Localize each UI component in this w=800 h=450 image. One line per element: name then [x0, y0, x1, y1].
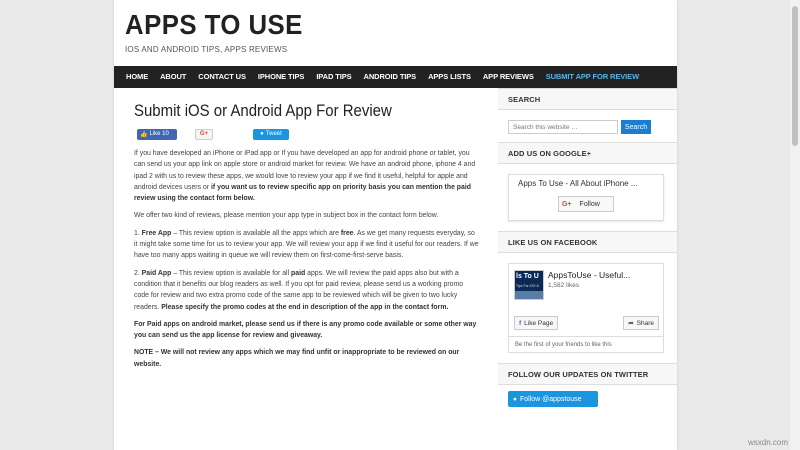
facebook-page-plugin: ls To U Tips For iOS & AppsToUse - Usefu…	[508, 263, 664, 353]
facebook-widget-body: ls To U Tips For iOS & AppsToUse - Usefu…	[498, 253, 677, 363]
nav-item-app-reviews[interactable]: APP REVIEWS	[477, 66, 540, 88]
search-widget-heading: SEARCH	[498, 88, 677, 110]
twitter-follow-button[interactable]: ● Follow @appstouse	[508, 391, 598, 407]
search-widget: SEARCH Search	[498, 88, 677, 142]
note-text: NOTE – We will not review any apps which…	[134, 349, 460, 368]
gplus-follow-button[interactable]: G+ Follow	[558, 196, 614, 212]
search-form: Search	[508, 120, 667, 134]
paid-app-number: 2.	[134, 269, 142, 277]
fb-page-thumbnail[interactable]: ls To U Tips For iOS &	[514, 270, 544, 300]
fb-like-page-label: Like Page	[524, 319, 554, 327]
gplus-follow-label: Follow	[579, 200, 600, 208]
twitter-bird-icon: ●	[513, 395, 517, 403]
gplus-icon: G+	[562, 200, 572, 208]
fb-thumb-banner	[515, 291, 543, 299]
twitter-widget-heading: FOLLOW OUR UPDATES ON TWITTER	[498, 363, 677, 385]
twitter-widget: FOLLOW OUR UPDATES ON TWITTER ● Follow @…	[498, 363, 677, 415]
page-container: APPS TO USE IOS AND ANDROID TIPS, APPS R…	[114, 0, 677, 450]
site-header: APPS TO USE IOS AND ANDROID TIPS, APPS R…	[114, 0, 677, 66]
free-app-label: Free App	[141, 229, 172, 237]
share-arrow-icon: ➦	[628, 320, 634, 327]
gplus-share-button[interactable]: G+	[195, 128, 213, 140]
nav-item-contact-us[interactable]: CONTACT US	[192, 66, 252, 88]
nav-item-apps-lists[interactable]: APPS LISTS	[422, 66, 477, 88]
fb-share-label: Share	[636, 319, 654, 327]
gplus-widget: ADD US ON GOOGLE+ Apps To Use - All Abou…	[498, 142, 677, 231]
facebook-widget: LIKE US ON FACEBOOK ls To U Tips For iOS…	[498, 231, 677, 363]
watermark-text: wsxdn.com	[747, 438, 788, 447]
fb-like-page-button[interactable]: f Like Page	[514, 316, 559, 330]
post-title: Submit iOS or Android App For Review	[134, 101, 392, 120]
paid-word: paid	[291, 269, 306, 277]
nav-item-iphone-tips[interactable]: IPHONE TIPS	[252, 66, 310, 88]
nav-item-ipad-tips[interactable]: IPAD TIPS	[310, 66, 357, 88]
search-button[interactable]: Search	[621, 120, 651, 134]
facebook-like-button[interactable]: 👍 Like 10	[137, 128, 177, 140]
android-paid-paragraph: For Paid apps on android market, please …	[134, 319, 479, 342]
fb-friends-note: Be the first of your friends to like thi…	[509, 336, 663, 353]
twitter-follow-label: Follow @appstouse	[519, 395, 582, 403]
search-input[interactable]	[508, 120, 618, 134]
fb-thumb-line1: ls To U	[516, 273, 539, 280]
gplus-widget-body: Apps To Use - All About iPhone ... G+ Fo…	[498, 164, 677, 231]
intro-paragraph: If you have developed an iPhone or iPad …	[134, 148, 479, 204]
nav-item-home[interactable]: HOME	[120, 66, 154, 88]
paid-app-bold-text: Please specify the promo codes at the en…	[161, 303, 449, 311]
thumbs-up-icon: 👍	[140, 131, 148, 138]
page-scrollbar[interactable]	[790, 0, 800, 450]
fb-thumb-line2: Tips For iOS &	[516, 284, 539, 288]
tweet-button[interactable]: ● Tweet	[253, 128, 289, 140]
social-share-row: 👍 Like 10 G+ ● Tweet	[137, 127, 479, 141]
gplus-widget-heading: ADD US ON GOOGLE+	[498, 142, 677, 164]
free-app-paragraph: 1. Free App – This review option is avai…	[134, 228, 479, 262]
nav-item-about[interactable]: ABOUT	[154, 66, 192, 88]
fb-share-button[interactable]: ➦ Share	[623, 316, 659, 330]
facebook-widget-heading: LIKE US ON FACEBOOK	[498, 231, 677, 253]
gplus-page-title[interactable]: Apps To Use - All About iPhone ...	[518, 179, 663, 188]
fb-page-info: AppsToUse - Useful... 1,582 likes	[548, 270, 630, 300]
paid-app-label: Paid App	[141, 269, 172, 277]
paid-app-text-a: – This review option is available for al…	[171, 269, 292, 277]
free-app-text-a: – This review option is available all th…	[171, 229, 341, 237]
search-widget-body: Search	[498, 110, 677, 142]
sidebar: SEARCH Search ADD US ON GOOGLE+ Apps To …	[498, 88, 677, 415]
review-types-paragraph: We offer two kind of reviews, please men…	[134, 212, 439, 220]
paid-app-paragraph: 2. Paid App – This review option is avai…	[134, 268, 479, 313]
fb-like-count: 1,582 likes	[548, 282, 580, 289]
like-label: Like 10	[149, 131, 169, 137]
site-tagline: IOS AND ANDROID TIPS, APPS REVIEWS	[125, 45, 288, 54]
android-paid-text: For Paid apps on android market, please …	[134, 320, 477, 340]
nav-item-android-tips[interactable]: ANDROID TIPS	[358, 66, 423, 88]
free-app-number: 1.	[134, 229, 142, 237]
twitter-widget-body: ● Follow @appstouse	[498, 385, 677, 415]
facebook-f-icon: f	[519, 319, 522, 327]
gplus-badge: Apps To Use - All About iPhone ... G+ Fo…	[508, 174, 664, 221]
site-title[interactable]: APPS TO USE	[125, 10, 633, 40]
main-content: Submit iOS or Android App For Review 👍 L…	[134, 100, 479, 370]
twitter-bird-icon: ●	[260, 131, 264, 137]
fb-page-header: ls To U Tips For iOS & AppsToUse - Usefu…	[509, 264, 663, 300]
note-paragraph: NOTE – We will not review any apps which…	[134, 347, 479, 370]
nav-item-submit-app-for-review[interactable]: SUBMIT APP FOR REVIEW	[540, 66, 645, 88]
fb-page-name[interactable]: AppsToUse - Useful...	[548, 270, 630, 280]
main-nav: HOME ABOUT CONTACT US IPHONE TIPS IPAD TIPS A…	[114, 66, 677, 88]
fb-actions: f Like Page ➦ Share	[509, 300, 663, 330]
tweet-label: Tweet	[265, 131, 282, 137]
scrollbar-thumb[interactable]	[792, 6, 798, 146]
free-word: free	[340, 229, 354, 237]
